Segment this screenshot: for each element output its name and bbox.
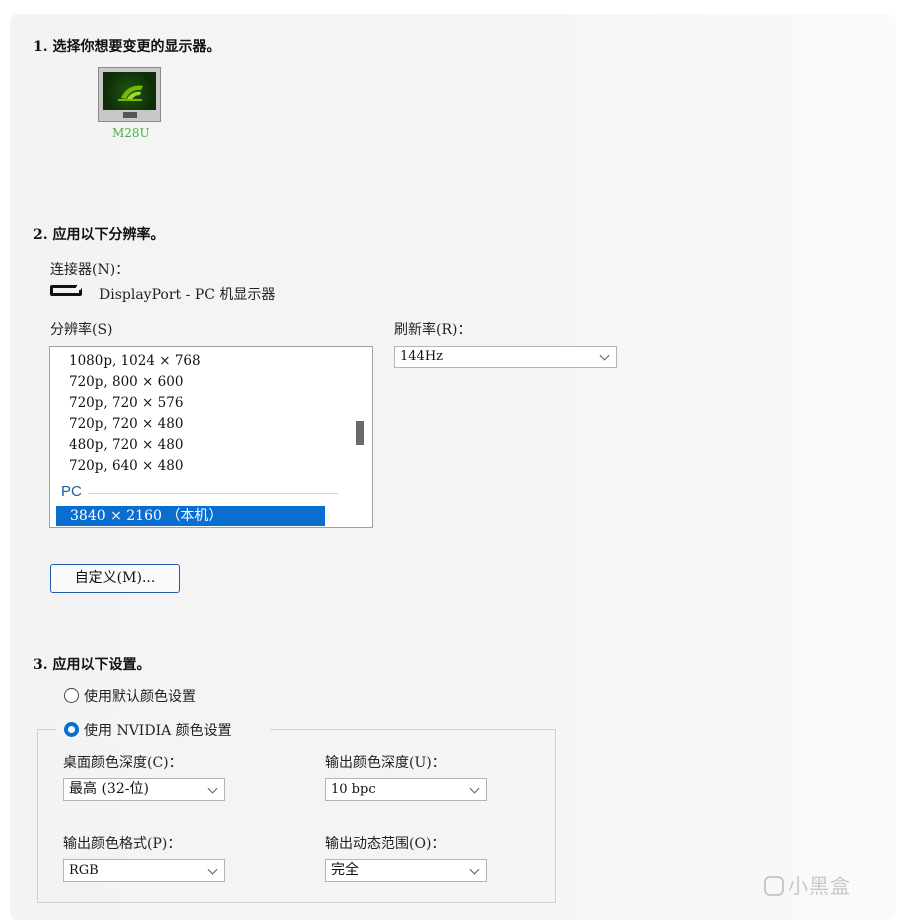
step2-title: 2. 应用以下分辨率。	[33, 227, 165, 243]
resolution-list[interactable]: 1080p, 1024 × 768 720p, 800 × 600 720p, …	[49, 346, 373, 528]
list-item[interactable]: 480p, 720 × 480	[69, 437, 183, 453]
desktop-color-depth-label: 桌面颜色深度(C)：	[63, 755, 183, 771]
list-scrollbar[interactable]	[350, 347, 372, 527]
chevron-down-icon	[469, 864, 480, 875]
refresh-rate-select[interactable]: 144Hz	[394, 346, 617, 368]
displayport-icon	[50, 285, 82, 296]
list-item[interactable]: 720p, 720 × 480	[69, 416, 183, 432]
chevron-down-icon	[469, 783, 480, 794]
radio-nvidia-color-label[interactable]: 使用 NVIDIA 颜色设置	[84, 720, 232, 740]
list-item[interactable]: 720p, 720 × 576	[69, 395, 183, 411]
connector-value: DisplayPort - PC 机显示器	[99, 287, 276, 303]
scroll-thumb[interactable]	[356, 421, 364, 445]
radio-default-color[interactable]	[64, 688, 79, 703]
chevron-down-icon	[207, 783, 218, 794]
refresh-rate-label: 刷新率(R)：	[394, 322, 472, 338]
output-dynamic-range-label: 输出动态范围(O)：	[325, 836, 446, 852]
group-divider	[88, 493, 338, 494]
output-color-depth-select[interactable]: 10 bpc	[325, 778, 487, 801]
step3-title: 3. 应用以下设置。	[33, 657, 151, 673]
output-color-format-label: 输出颜色格式(P)：	[63, 836, 182, 852]
custom-resolution-button[interactable]: 自定义(M)...	[50, 564, 180, 593]
output-color-depth-value: 10 bpc	[331, 782, 376, 797]
refresh-rate-value: 144Hz	[400, 349, 443, 364]
output-dynamic-range-select[interactable]: 完全	[325, 859, 487, 882]
output-color-format-value: RGB	[69, 863, 99, 878]
radio-nvidia-color[interactable]	[64, 722, 79, 737]
list-item[interactable]: 1080p, 1024 × 768	[69, 353, 201, 369]
monitor-icon[interactable]	[98, 67, 161, 122]
watermark-text: 小黑盒	[788, 874, 851, 898]
list-item-selected[interactable]: 3840 × 2160 （本机）	[56, 506, 325, 526]
chevron-down-icon	[207, 864, 218, 875]
watermark: 小黑盒	[764, 870, 851, 899]
nvidia-logo-icon	[103, 72, 156, 110]
output-dynamic-range-value: 完全	[331, 862, 359, 878]
group-header-pc: PC	[61, 483, 82, 500]
list-item[interactable]: 720p, 800 × 600	[69, 374, 183, 390]
monitor-name[interactable]: M28U	[112, 126, 150, 140]
desktop-color-depth-select[interactable]: 最高 (32-位)	[63, 778, 225, 801]
desktop-color-depth-value: 最高 (32-位)	[69, 781, 149, 797]
watermark-logo-icon	[764, 876, 784, 896]
output-color-depth-label: 输出颜色深度(U)：	[325, 755, 446, 771]
step1-title: 1. 选择你想要变更的显示器。	[33, 39, 221, 55]
radio-default-color-label[interactable]: 使用默认颜色设置	[84, 686, 196, 706]
chevron-down-icon	[599, 350, 610, 361]
resolution-label: 分辨率(S)	[50, 322, 113, 338]
list-item[interactable]: 720p, 640 × 480	[69, 458, 183, 474]
output-color-format-select[interactable]: RGB	[63, 859, 225, 882]
connector-label: 连接器(N)：	[50, 262, 130, 278]
